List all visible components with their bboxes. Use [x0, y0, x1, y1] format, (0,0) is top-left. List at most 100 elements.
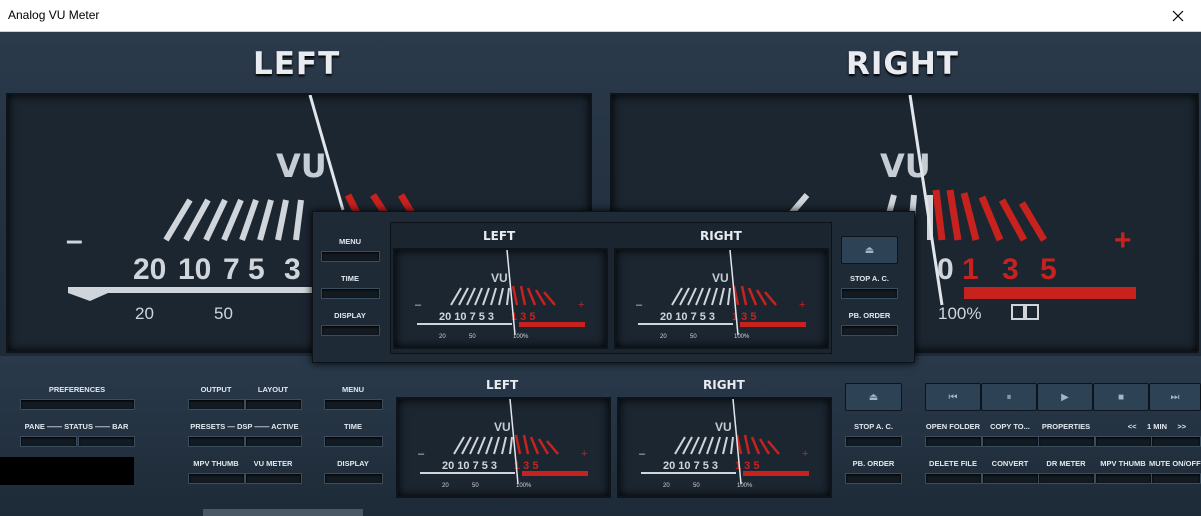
close-icon	[1172, 10, 1184, 21]
plus-sign: +	[581, 448, 587, 460]
active-button[interactable]	[245, 436, 302, 447]
play-icon: ▶	[1061, 391, 1069, 403]
display-label: DISPLAY	[337, 459, 369, 468]
overlay-display-button[interactable]	[321, 325, 380, 336]
seek-forward-button[interactable]	[1151, 436, 1201, 447]
menu-label: MENU	[341, 385, 365, 394]
mini-pct-20: 20	[663, 483, 670, 489]
mini-white-bar	[638, 323, 733, 325]
left-channel-label: LEFT	[253, 46, 341, 82]
red-tick-marks	[932, 189, 1048, 242]
mpv-thumb-label: MPV THUMB	[193, 459, 239, 468]
mpv-thumb2-label: MPV THUMB	[1100, 459, 1146, 468]
mini-scale-red: 1 3 5	[514, 460, 538, 472]
plus-sign: +	[1114, 224, 1132, 257]
plus-sign: +	[578, 299, 584, 311]
mini-pct-100: 100%	[737, 483, 753, 489]
vu-text: VU	[715, 420, 732, 434]
mpv-thumb2-button[interactable]	[1095, 473, 1152, 484]
display-button[interactable]	[324, 473, 383, 484]
convert-button[interactable]	[982, 473, 1039, 484]
overlay-left-label: LEFT	[483, 229, 516, 243]
overlay-right-label: RIGHT	[700, 229, 742, 243]
mini-white-bar	[420, 472, 515, 474]
vu-text: VU	[276, 147, 327, 185]
vu-text: VU	[491, 271, 508, 285]
pause-icon: ⏸	[1006, 391, 1012, 403]
copy-to-button[interactable]	[982, 436, 1039, 447]
overlay-pb-order-button[interactable]	[841, 325, 898, 336]
pb-order-button[interactable]	[845, 473, 902, 484]
minus-sign: –	[415, 299, 422, 311]
seek-label: << 1 MIN >>	[1127, 422, 1187, 431]
close-button[interactable]	[1155, 0, 1201, 31]
overlay-eject-button[interactable]: ⏏	[841, 236, 898, 264]
mpv-thumb-button[interactable]	[188, 473, 245, 484]
stop-ac-button[interactable]	[845, 436, 902, 447]
preferences-button[interactable]	[20, 399, 135, 410]
scale-5: 5	[248, 253, 265, 286]
mini-meter-scale: VU – + 20 10 7 5 3 1 3 5 20 50 100%	[639, 399, 809, 489]
eject-icon: ⏏	[868, 391, 879, 403]
previous-button[interactable]: ⏮	[925, 383, 981, 411]
seek-back-button[interactable]	[1095, 436, 1152, 447]
layout-label: LAYOUT	[257, 385, 289, 394]
copy-to-label: COPY TO...	[990, 422, 1030, 431]
pct-20: 20	[135, 304, 154, 323]
open-folder-button[interactable]	[925, 436, 982, 447]
dr-meter-button[interactable]	[1038, 473, 1095, 484]
horizontal-scrollbar[interactable]	[203, 509, 363, 516]
play-button[interactable]: ▶	[1037, 383, 1093, 411]
overlay-time-label: TIME	[341, 274, 359, 283]
mini-meter-scale: VU – + 20 10 7 5 3 1 3 5 20 50 100%	[636, 250, 806, 340]
scale-5r: 5	[1040, 253, 1057, 286]
scale-3: 3	[284, 253, 301, 286]
menu-button[interactable]	[324, 399, 383, 410]
mini-red-bar	[743, 471, 809, 476]
mini-scale-white: 20 10 7 5 3	[663, 460, 718, 472]
overlay-time-button[interactable]	[321, 288, 380, 299]
scale-1: 1	[962, 253, 979, 286]
status-bar-button[interactable]	[78, 436, 135, 447]
mini-pct-50: 50	[472, 483, 479, 489]
mini-pct-20: 20	[660, 334, 667, 340]
pct-50: 50	[214, 304, 233, 323]
output-button[interactable]	[188, 399, 245, 410]
stop-button[interactable]: ■	[1093, 383, 1149, 411]
preferences-label: PREFERENCES	[48, 385, 106, 394]
overlay-pb-order-label: PB. ORDER	[848, 311, 891, 320]
mute-label: MUTE ON/OFF	[1149, 459, 1201, 468]
vu-text: VU	[712, 271, 729, 285]
output-label: OUTPUT	[200, 385, 232, 394]
delete-file-button[interactable]	[925, 473, 982, 484]
presets-button[interactable]	[188, 436, 245, 447]
pane-status-bar-label: PANE —— STATUS —— BAR	[24, 422, 129, 431]
eject-button[interactable]: ⏏	[845, 383, 902, 411]
overlay-menu-button[interactable]	[321, 251, 380, 262]
properties-button[interactable]	[1038, 436, 1095, 447]
white-scale-bar	[68, 287, 318, 293]
overlay-stop-ac-label: STOP A. C.	[849, 274, 890, 283]
mini-pct-50: 50	[690, 334, 697, 340]
mini-red-bar	[519, 322, 585, 327]
pane-button[interactable]	[20, 436, 77, 447]
mini-pct-50: 50	[693, 483, 700, 489]
mute-button[interactable]	[1151, 473, 1201, 484]
presets-dsp-active-label: PRESETS — DSP —— ACTIVE	[190, 422, 299, 431]
vu-meter-button[interactable]	[245, 473, 302, 484]
time-button[interactable]	[324, 436, 383, 447]
mini-pct-20: 20	[439, 334, 446, 340]
dolby-icon	[1011, 304, 1039, 320]
skip-forward-icon: ⏭	[1170, 391, 1180, 403]
dr-meter-label: DR METER	[1046, 459, 1086, 468]
overlay-stop-ac-button[interactable]	[841, 288, 898, 299]
mini-red-bar	[740, 322, 806, 327]
mini-pct-20: 20	[442, 483, 449, 489]
red-scale-bar	[964, 287, 1136, 299]
next-button[interactable]: ⏭	[1149, 383, 1201, 411]
pause-button[interactable]: ⏸	[981, 383, 1037, 411]
delete-file-label: DELETE FILE	[929, 459, 977, 468]
overlay-display-label: DISPLAY	[334, 311, 366, 320]
layout-button[interactable]	[245, 399, 302, 410]
convert-label: CONVERT	[991, 459, 1029, 468]
